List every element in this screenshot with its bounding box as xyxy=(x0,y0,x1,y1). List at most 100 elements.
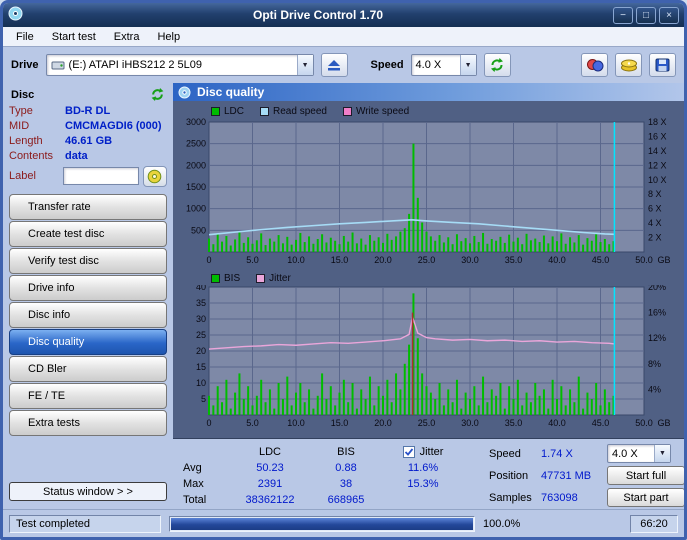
legend-bis: BIS xyxy=(211,273,240,284)
menu-help[interactable]: Help xyxy=(148,29,189,45)
stats-value-jitter: 11.6% xyxy=(407,462,439,474)
stats-value-bis: 668965 xyxy=(327,494,365,506)
menu-bar: File Start test Extra Help xyxy=(3,27,684,47)
jitter-checkbox[interactable] xyxy=(402,446,415,458)
save-button[interactable] xyxy=(649,53,676,77)
legend-read-speed: Read speed xyxy=(260,106,327,117)
compare-discs-button[interactable] xyxy=(581,53,608,77)
label-input[interactable] xyxy=(62,167,139,185)
sidebar-item-extra-tests[interactable]: Extra tests xyxy=(9,410,167,436)
sidebar-item-transfer-rate[interactable]: Transfer rate xyxy=(9,194,167,220)
disc-quality-header-icon xyxy=(178,86,191,99)
disc-info-label: Length xyxy=(9,134,43,147)
status-bar: Test completed 100.0% 66:20 xyxy=(3,509,684,537)
svg-text:5: 5 xyxy=(201,394,206,404)
bis-jitter-chart: 5 10 15 20 25 30 35 40 20% 16% 12% 8% 4% 0 5.0 10.0 15.0… xyxy=(196,285,671,428)
start-part-button[interactable]: Start part xyxy=(607,488,684,507)
start-full-button[interactable]: Start full xyxy=(607,466,684,485)
disc-info-row: Contents data xyxy=(9,148,167,163)
cd-stack-button[interactable] xyxy=(615,53,642,77)
sidebar-item-fe-te[interactable]: FE / TE xyxy=(9,383,167,409)
svg-text:3000: 3000 xyxy=(186,118,206,127)
svg-text:15.0: 15.0 xyxy=(331,255,349,265)
stats-row-label: Max xyxy=(183,478,204,490)
svg-text:0: 0 xyxy=(206,418,211,428)
sidebar-item-drive-info[interactable]: Drive info xyxy=(9,275,167,301)
samples-value: 763098 xyxy=(541,491,578,504)
sidebar-item-disc-info[interactable]: Disc info xyxy=(9,302,167,328)
svg-text:10 X: 10 X xyxy=(648,175,667,185)
disc-info-row: Type BD-R DL xyxy=(9,103,167,118)
refresh-speed-button[interactable] xyxy=(483,53,511,77)
app-icon xyxy=(8,6,23,24)
chevron-down-icon[interactable]: ▼ xyxy=(654,445,670,462)
legend-swatch xyxy=(342,106,352,116)
svg-text:30.0: 30.0 xyxy=(461,418,479,428)
sidebar-item-cd-bler[interactable]: CD Bler xyxy=(9,356,167,382)
svg-text:6 X: 6 X xyxy=(648,204,662,214)
svg-text:50.0: 50.0 xyxy=(635,418,653,428)
disc-info-value: data xyxy=(65,149,88,162)
stats-row-label: Avg xyxy=(183,462,202,474)
disc-info-value: 46.61 GB xyxy=(65,134,113,147)
svg-text:30: 30 xyxy=(196,314,206,324)
current-speed-value: 1.74 X xyxy=(541,447,573,460)
titlebar: Opti Drive Control 1.70 − □ × xyxy=(3,3,684,27)
disc-info-row: MID CMCMAGDI6 (000) xyxy=(9,118,167,133)
svg-text:25: 25 xyxy=(196,330,206,340)
progress-fill xyxy=(171,517,473,530)
svg-text:40: 40 xyxy=(196,285,206,292)
read-label-button[interactable] xyxy=(142,165,167,187)
legend-write-speed: Write speed xyxy=(342,106,409,117)
progress-bar xyxy=(169,515,475,532)
close-button[interactable]: × xyxy=(659,6,679,24)
svg-text:40.0: 40.0 xyxy=(548,255,566,265)
samples-label: Samples xyxy=(489,491,532,504)
sidebar-item-disc-quality[interactable]: Disc quality xyxy=(9,329,167,355)
stats-value-ldc: 38362122 xyxy=(245,494,295,506)
elapsed-time: 66:20 xyxy=(630,514,678,533)
svg-text:8 X: 8 X xyxy=(648,189,662,199)
disc-info-label: MID xyxy=(9,119,30,132)
refresh-disc-button[interactable] xyxy=(150,87,165,102)
svg-text:10.0: 10.0 xyxy=(287,255,305,265)
toolbar: Drive (E:) ATAPI iHBS212 2 5L09 ▼ Speed … xyxy=(3,47,684,83)
maximize-button[interactable]: □ xyxy=(636,6,656,24)
svg-text:16 X: 16 X xyxy=(648,131,667,141)
position-label: Position xyxy=(489,469,529,482)
chevron-down-icon[interactable]: ▼ xyxy=(459,55,476,75)
stats-value-jitter xyxy=(379,492,467,508)
svg-text:4%: 4% xyxy=(648,384,661,394)
svg-text:25.0: 25.0 xyxy=(418,255,436,265)
svg-text:GB: GB xyxy=(657,255,670,265)
menu-start-test[interactable]: Start test xyxy=(43,29,105,45)
drive-icon xyxy=(47,59,65,71)
speed-label: Speed xyxy=(370,59,404,71)
eject-button[interactable] xyxy=(320,53,348,77)
minimize-button[interactable]: − xyxy=(613,6,633,24)
svg-text:25.0: 25.0 xyxy=(418,418,436,428)
svg-text:1000: 1000 xyxy=(186,204,206,214)
quality-speed-select[interactable]: 4.0 X ▼ xyxy=(607,444,671,463)
stats-value-ldc: 50.23 xyxy=(256,462,284,474)
sidebar-item-verify-test-disc[interactable]: Verify test disc xyxy=(9,248,167,274)
speed-select[interactable]: 4.0 X ▼ xyxy=(410,54,477,76)
position-value: 47731 MB xyxy=(541,469,592,482)
menu-file[interactable]: File xyxy=(7,29,43,45)
sidebar-item-create-test-disc[interactable]: Create test disc xyxy=(9,221,167,247)
svg-text:50.0: 50.0 xyxy=(635,255,653,265)
stats-value-jitter: 15.3% xyxy=(407,478,439,490)
disc-info-label: Contents xyxy=(9,149,54,162)
status-window-button[interactable]: Status window > > xyxy=(9,482,167,501)
speed-select-value: 4.0 X xyxy=(415,59,442,71)
chevron-down-icon[interactable]: ▼ xyxy=(296,55,313,75)
section-header: Disc quality xyxy=(173,83,684,101)
app-window: Opti Drive Control 1.70 − □ × File Start … xyxy=(0,0,687,540)
svg-text:12 X: 12 X xyxy=(648,160,667,170)
drive-select-value: (E:) ATAPI iHBS212 2 5L09 xyxy=(68,59,203,71)
svg-text:16%: 16% xyxy=(648,308,666,318)
svg-text:4 X: 4 X xyxy=(648,218,662,228)
menu-extra[interactable]: Extra xyxy=(105,29,149,45)
drive-select[interactable]: (E:) ATAPI iHBS212 2 5L09 ▼ xyxy=(45,54,314,76)
stats-table: LDC BIS Jitter Avg 50.23 0.88 11.6% Max … xyxy=(183,444,467,508)
